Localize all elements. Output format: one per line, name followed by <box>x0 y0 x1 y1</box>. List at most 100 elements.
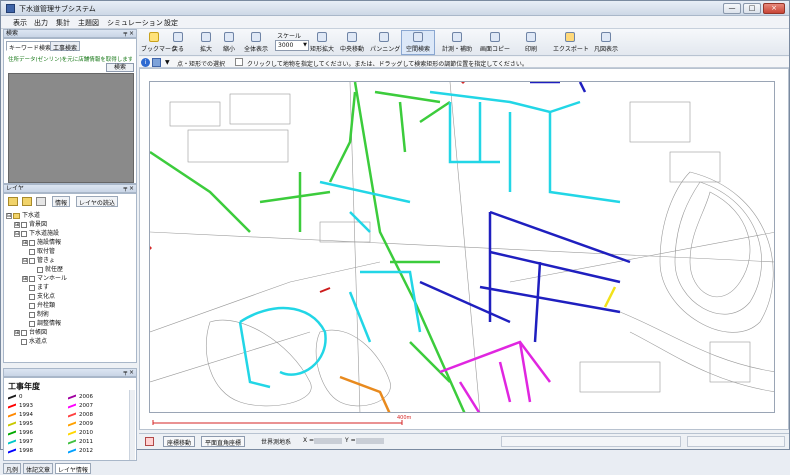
screen-copy-button[interactable]: 画面コピー <box>479 30 511 55</box>
print-button[interactable]: 印刷 <box>518 30 544 55</box>
export-button[interactable]: エクスポート <box>552 30 589 55</box>
menu-settings[interactable]: 設定 <box>164 18 178 28</box>
layer-tree-item[interactable]: 制術 <box>6 309 136 318</box>
search-results-list[interactable] <box>8 73 134 183</box>
tree-toggle-icon[interactable]: ⊟ <box>6 212 12 219</box>
tree-toggle-icon[interactable]: ⊟ <box>22 257 28 264</box>
layer-label: 下水道施設 <box>29 230 60 237</box>
layer-label: 台帳図 <box>29 329 48 336</box>
back-button[interactable]: 戻る <box>169 30 187 55</box>
scale-select[interactable]: 3000 ▼ <box>275 40 309 51</box>
rect-zoom-icon <box>317 32 327 42</box>
close-button[interactable]: × <box>763 3 785 14</box>
layer-checkbox[interactable] <box>29 302 35 309</box>
tree-toggle-icon[interactable]: ⊞ <box>14 221 20 228</box>
layer-tree-item[interactable]: 水道点 <box>6 336 136 345</box>
menu-simulation[interactable]: シミュレーション <box>107 18 163 28</box>
menu-aggregate[interactable]: 集計 <box>56 18 70 28</box>
x-coord-value <box>311 437 342 444</box>
select-mode-icon[interactable] <box>152 58 161 67</box>
pipe-blue <box>489 210 631 264</box>
measure-icon <box>452 32 462 42</box>
layer-checkbox[interactable] <box>29 293 35 300</box>
menu-theme-map[interactable]: 主題図 <box>78 18 99 28</box>
layer-reload-button[interactable]: レイヤの読込 <box>76 196 118 207</box>
measure-button[interactable]: 計測・補助 <box>439 30 475 55</box>
layer-tree-item[interactable]: ⊟ 管きょ <box>6 255 136 264</box>
layer-tree-item[interactable]: 支化点 <box>6 291 136 300</box>
properties-icon[interactable] <box>36 197 46 206</box>
pan-button[interactable]: パンニング <box>369 30 400 55</box>
pipe-magenta <box>498 361 512 403</box>
pin-icon[interactable]: ╤ × <box>123 369 134 377</box>
spatial-search-button[interactable]: 空間検索 <box>401 30 435 55</box>
layer-checkbox[interactable] <box>29 239 35 246</box>
tab-keyword-search[interactable]: キーワード検索 <box>6 41 55 52</box>
full-extent-button[interactable]: 全体表示 <box>242 30 270 55</box>
layer-checkbox[interactable] <box>37 266 43 273</box>
bookmark-button[interactable]: ブックマーク <box>140 30 178 55</box>
layer-checkbox[interactable] <box>21 221 27 228</box>
pipe-blue <box>533 261 542 343</box>
rect-zoom-button[interactable]: 矩形拡大 <box>309 30 335 55</box>
layer-checkbox[interactable] <box>29 284 35 291</box>
maximize-button[interactable]: □ <box>743 3 761 14</box>
coord-move-button[interactable]: 座標移動 <box>163 436 196 447</box>
select-mode-arrow[interactable]: ▼ <box>165 59 170 66</box>
legend-item: 2011 <box>68 439 93 446</box>
center-move-button[interactable]: 中央移動 <box>338 30 366 55</box>
layer-tree-item[interactable]: ⊞ 施設情報 <box>6 237 136 246</box>
folder-icon[interactable] <box>22 197 32 206</box>
layer-tree-item[interactable]: ます <box>6 282 136 291</box>
layer-tree-item[interactable]: 調整情報 <box>6 318 136 327</box>
pin-icon[interactable]: ╤ × <box>123 185 134 193</box>
zoom-in-button[interactable]: 拡大 <box>197 30 215 55</box>
layer-checkbox[interactable] <box>21 338 27 345</box>
tree-toggle-icon[interactable]: ⊞ <box>22 275 28 282</box>
tree-toggle-icon[interactable]: ⊞ <box>22 239 28 246</box>
search-button[interactable]: 検索 <box>106 63 134 72</box>
bookmark-label: ブックマーク <box>141 46 178 53</box>
layer-checkbox[interactable] <box>29 320 35 327</box>
layer-checkbox[interactable] <box>29 257 35 264</box>
tab-legend[interactable]: 凡例 <box>3 463 22 474</box>
folder-open-icon[interactable] <box>8 197 18 206</box>
layer-checkbox[interactable] <box>29 311 35 318</box>
layer-label: 施設情報 <box>37 239 62 246</box>
layer-checkbox[interactable] <box>29 275 35 282</box>
contour-line <box>205 319 312 407</box>
legend-year: 1998 <box>19 448 33 454</box>
layer-tree-item[interactable]: 就任歴 <box>6 264 136 273</box>
layer-checkbox[interactable] <box>21 230 27 237</box>
layer-tree-item[interactable]: ⊞ 台帳図 <box>6 327 136 336</box>
minimize-button[interactable]: — <box>723 3 741 14</box>
map-canvas[interactable] <box>149 81 775 413</box>
menu-output[interactable]: 出力 <box>34 18 48 28</box>
layer-tree-item[interactable]: ⊞ マンホール <box>6 273 136 282</box>
layer-info-button[interactable]: 情報 <box>52 196 71 207</box>
tab-construction-search[interactable]: 工事検索 <box>50 41 81 52</box>
layer-tree-item[interactable]: 取付管 <box>6 246 136 255</box>
layer-tree-item[interactable]: ⊟ 下水道 <box>6 210 136 219</box>
window-title: 下水道管理サブシステム <box>19 5 96 13</box>
pipe-green <box>259 190 331 204</box>
legend-year: 1996 <box>19 430 33 436</box>
tree-toggle-icon[interactable]: ⊞ <box>14 329 20 336</box>
layer-label: 下水道 <box>22 212 41 219</box>
menu-display[interactable]: 表示 <box>13 18 27 28</box>
layer-tree-item[interactable]: 弁栓類 <box>6 300 136 309</box>
layer-tree-item[interactable]: ⊞ 背景図 <box>6 219 136 228</box>
center-move-icon <box>347 32 357 42</box>
coord-system-select[interactable]: 平面直角座標 <box>201 436 246 447</box>
tab-layer-info[interactable]: レイヤ情報 <box>55 463 91 474</box>
layer-checkbox[interactable] <box>29 248 35 255</box>
tree-toggle-icon[interactable]: ⊟ <box>14 230 20 237</box>
pin-icon[interactable]: ╤ × <box>123 30 134 38</box>
layer-tree-item[interactable]: ⊟ 下水道施設 <box>6 228 136 237</box>
pipe-cyan <box>239 306 327 376</box>
zoom-out-button[interactable]: 縮小 <box>219 30 239 55</box>
legend-swatch-icon <box>8 430 16 435</box>
tab-notes[interactable]: 体記文章 <box>23 463 54 474</box>
overview-button[interactable]: 凡図表示 <box>590 30 622 55</box>
layer-checkbox[interactable] <box>21 329 27 336</box>
